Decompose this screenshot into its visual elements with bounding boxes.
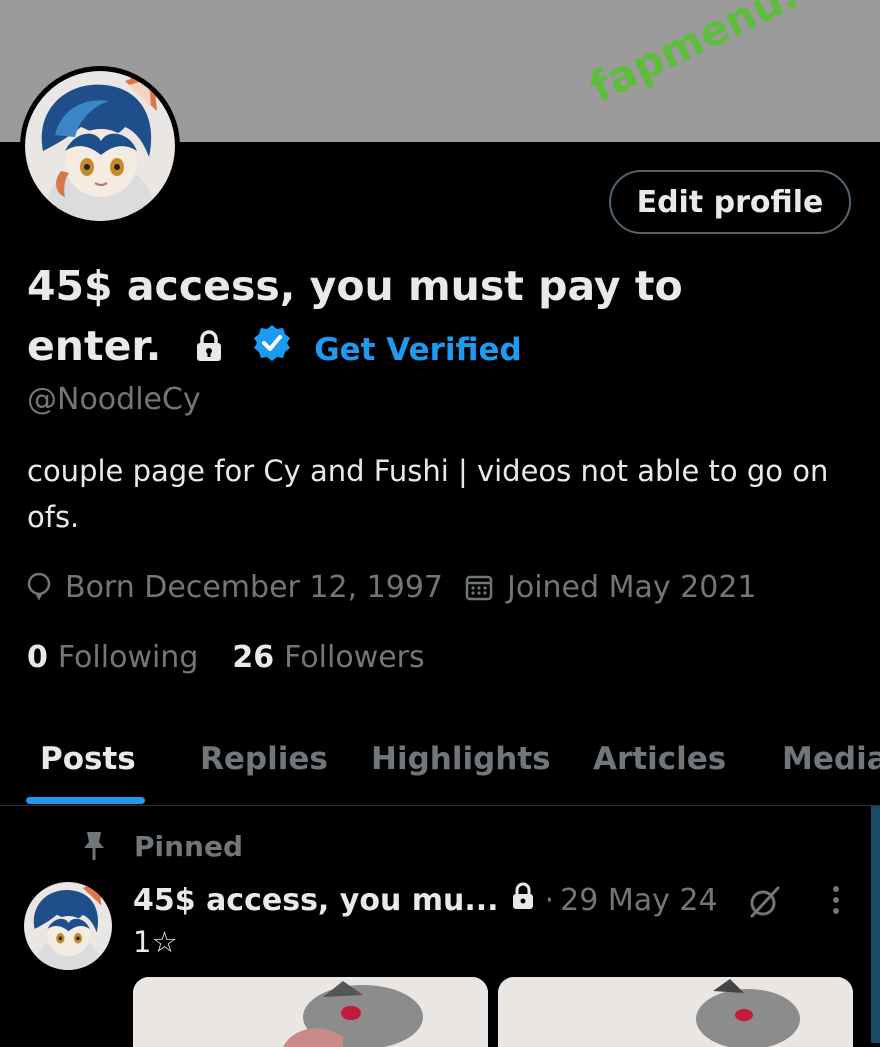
verified-badge-icon[interactable]	[252, 319, 292, 379]
post-date[interactable]: 29 May 24	[560, 883, 717, 918]
pinned-label: Pinned	[134, 829, 244, 863]
profile-handle: @NoodleCy	[27, 382, 201, 417]
calendar-icon	[465, 575, 493, 601]
tab-media[interactable]: Media	[782, 737, 880, 781]
post-author-name[interactable]: 45$ access, you mu...	[133, 883, 499, 918]
profile-name: 45$ access, you must pay to enter. Get V…	[27, 256, 857, 380]
followers-link[interactable]: 26 Followers	[232, 640, 424, 675]
tab-highlights[interactable]: Highlights	[371, 737, 551, 781]
tab-articles[interactable]: Articles	[593, 737, 726, 781]
born-text: Born December 12, 1997	[65, 569, 443, 605]
get-verified-link[interactable]: Get Verified	[314, 332, 522, 368]
profile-name-line1: 45$ access, you must pay to	[27, 262, 683, 310]
post-header: 45$ access, you mu... · 29 May 24	[133, 876, 718, 924]
active-tab-indicator	[26, 797, 145, 804]
pinned-indicator: Pinned	[82, 826, 243, 866]
right-edge-accent	[871, 806, 880, 1043]
grok-icon[interactable]	[746, 884, 782, 924]
follow-stats: 0 Following 26 Followers	[27, 634, 425, 680]
profile-avatar[interactable]	[20, 66, 180, 226]
lock-icon	[511, 882, 535, 918]
post-media-2[interactable]	[498, 977, 853, 1047]
post-text: 1☆	[133, 925, 178, 959]
edit-profile-button[interactable]: Edit profile	[609, 170, 851, 234]
followers-label: Followers	[284, 639, 425, 675]
avatar-illustration-small	[24, 882, 112, 970]
avatar-illustration	[25, 71, 175, 221]
media-image-1	[133, 977, 488, 1047]
tabs-divider	[0, 805, 880, 806]
joined-date: Joined May 2021	[465, 570, 757, 605]
balloon-icon	[27, 572, 51, 601]
lock-icon	[194, 319, 224, 379]
joined-text: Joined May 2021	[507, 569, 757, 605]
more-vertical-icon[interactable]	[830, 884, 842, 920]
following-label: Following	[57, 639, 199, 675]
profile-meta: Born December 12, 1997 Joined May 2021	[27, 565, 757, 609]
following-link[interactable]: 0 Following	[27, 640, 198, 675]
profile-name-line2: enter.	[27, 322, 162, 370]
tab-posts[interactable]: Posts	[40, 737, 136, 781]
pin-icon	[84, 832, 104, 860]
following-count: 0	[27, 639, 48, 675]
profile-bio: couple page for Cy and Fushi | videos no…	[27, 454, 829, 534]
followers-count: 26	[232, 639, 275, 675]
media-image-2	[498, 977, 853, 1047]
post-media-1[interactable]	[133, 977, 488, 1047]
born-date: Born December 12, 1997	[27, 570, 443, 605]
post-author-avatar[interactable]	[24, 882, 112, 970]
tab-replies[interactable]: Replies	[200, 737, 328, 781]
separator-dot: ·	[544, 882, 555, 918]
